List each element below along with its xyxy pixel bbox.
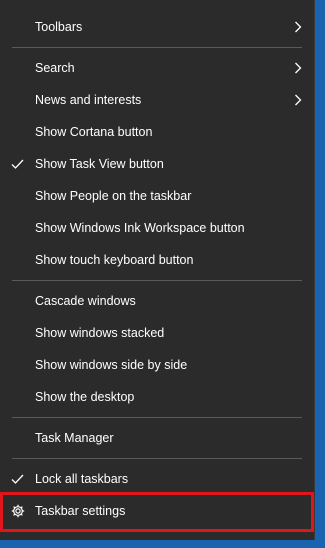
checkmark-icon <box>11 463 25 495</box>
menu-item-label: Cascade windows <box>35 294 136 308</box>
menu-item-label: Show Windows Ink Workspace button <box>35 221 245 235</box>
screen: Toolbars Search News and interests Show … <box>0 0 325 548</box>
menu-separator <box>12 458 302 459</box>
menu-item-label: Show Cortana button <box>35 125 153 139</box>
menu-item-show-windows-ink[interactable]: Show Windows Ink Workspace button <box>0 212 314 244</box>
menu-item-show-windows-side-by-side[interactable]: Show windows side by side <box>0 349 314 381</box>
menu-item-label: Show People on the taskbar <box>35 189 192 203</box>
menu-item-label: Lock all taskbars <box>35 472 129 486</box>
menu-separator <box>12 417 302 418</box>
taskbar-context-menu: Toolbars Search News and interests Show … <box>0 0 315 540</box>
menu-separator <box>12 280 302 281</box>
chevron-right-icon <box>294 52 302 84</box>
chevron-right-icon <box>294 11 302 43</box>
menu-item-label: News and interests <box>35 93 142 107</box>
chevron-right-icon <box>294 84 302 116</box>
menu-item-news-and-interests[interactable]: News and interests <box>0 84 314 116</box>
menu-separator <box>12 47 302 48</box>
gear-icon <box>11 495 25 527</box>
desktop-background-bottom <box>0 540 325 548</box>
checkmark-icon <box>11 148 25 180</box>
menu-item-label: Task Manager <box>35 431 114 445</box>
menu-item-show-the-desktop[interactable]: Show the desktop <box>0 381 314 413</box>
menu-item-label: Show Task View button <box>35 157 164 171</box>
menu-item-show-task-view-button[interactable]: Show Task View button <box>0 148 314 180</box>
menu-item-taskbar-settings[interactable]: Taskbar settings <box>0 495 314 527</box>
menu-item-lock-all-taskbars[interactable]: Lock all taskbars <box>0 463 314 495</box>
menu-item-label: Show windows side by side <box>35 358 188 372</box>
desktop-background-right <box>315 0 325 548</box>
menu-item-label: Show the desktop <box>35 390 135 404</box>
menu-item-label: Show touch keyboard button <box>35 253 194 267</box>
menu-item-cascade-windows[interactable]: Cascade windows <box>0 285 314 317</box>
menu-item-show-touch-keyboard[interactable]: Show touch keyboard button <box>0 244 314 276</box>
menu-item-show-people[interactable]: Show People on the taskbar <box>0 180 314 212</box>
menu-item-search[interactable]: Search <box>0 52 314 84</box>
menu-item-label: Search <box>35 61 75 75</box>
menu-item-toolbars[interactable]: Toolbars <box>0 11 314 43</box>
menu-item-show-cortana-button[interactable]: Show Cortana button <box>0 116 314 148</box>
menu-item-label: Show windows stacked <box>35 326 165 340</box>
menu-item-label: Toolbars <box>35 20 83 34</box>
menu-item-label: Taskbar settings <box>35 504 126 518</box>
menu-item-show-windows-stacked[interactable]: Show windows stacked <box>0 317 314 349</box>
menu-item-task-manager[interactable]: Task Manager <box>0 422 314 454</box>
